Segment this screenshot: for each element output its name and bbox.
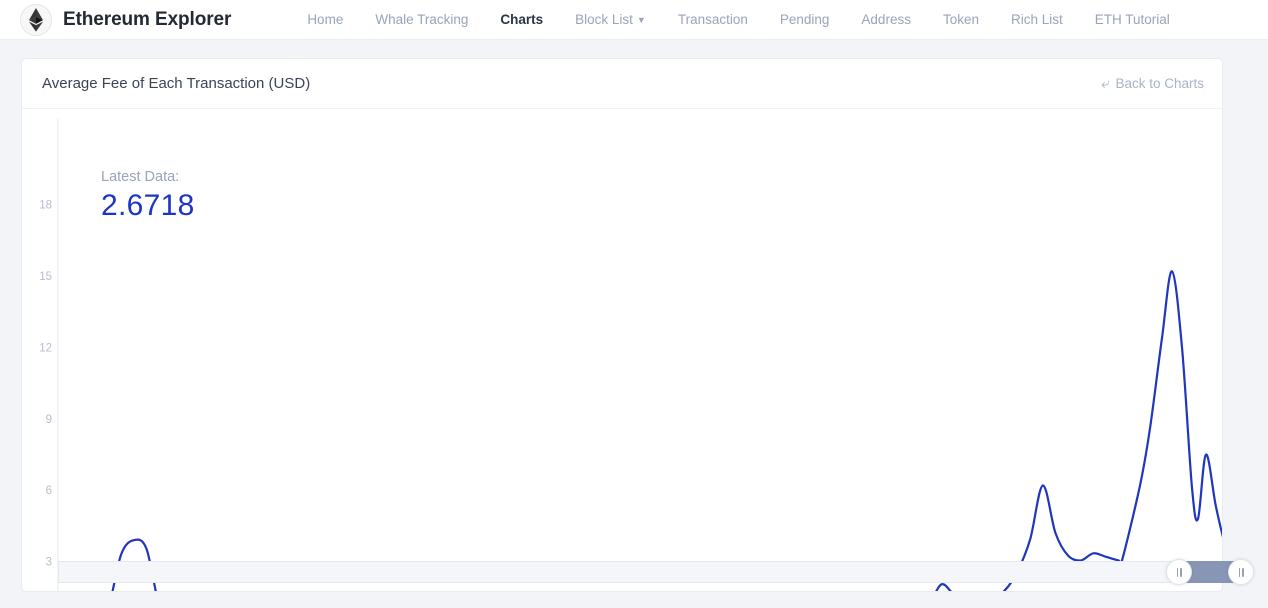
- nav-link-whale-tracking[interactable]: Whale Tracking: [359, 12, 484, 27]
- y-axis-tick: 6: [46, 485, 52, 497]
- nav-link-transaction[interactable]: Transaction: [662, 12, 764, 27]
- latest-data-value: 2.6718: [101, 189, 195, 223]
- back-to-charts-label: Back to Charts: [1115, 76, 1204, 91]
- chart-area[interactable]: Latest Data: 2.6718 036912151806-062020-…: [22, 109, 1222, 591]
- ethereum-diamond-icon: [20, 4, 52, 36]
- nav-link-pending[interactable]: Pending: [764, 12, 846, 27]
- nav-link-home[interactable]: Home: [291, 12, 359, 27]
- page-title: Average Fee of Each Transaction (USD): [42, 75, 310, 92]
- undo-arrow-icon: ⤷: [1101, 76, 1109, 91]
- series-line-average-fee: [58, 271, 1222, 591]
- datazoom-handle-right[interactable]: [1228, 559, 1254, 585]
- nav-link-block-list[interactable]: Block List ▼: [559, 12, 662, 27]
- chart-card: Average Fee of Each Transaction (USD) ⤷ …: [21, 58, 1223, 592]
- chart-card-header: Average Fee of Each Transaction (USD) ⤷ …: [22, 59, 1222, 109]
- line-chart[interactable]: 036912151806-062020-06-132020-06-202020-…: [22, 109, 1222, 591]
- brand-name: Ethereum Explorer: [63, 9, 231, 31]
- top-navbar: Ethereum Explorer Home Whale Tracking Ch…: [0, 0, 1268, 40]
- y-axis-tick: 3: [46, 557, 52, 569]
- datazoom-handle-left[interactable]: [1166, 559, 1192, 585]
- datazoom-track[interactable]: [58, 561, 1237, 583]
- nav-link-token[interactable]: Token: [927, 12, 995, 27]
- nav-link-eth-tutorial[interactable]: ETH Tutorial: [1079, 12, 1186, 27]
- brand[interactable]: Ethereum Explorer: [20, 4, 231, 36]
- nav-link-address[interactable]: Address: [845, 12, 927, 27]
- y-axis-tick: 9: [46, 414, 52, 426]
- latest-data-label: Latest Data:: [101, 169, 179, 185]
- chevron-down-icon: ▼: [637, 15, 646, 25]
- y-axis-tick: 12: [39, 342, 52, 354]
- nav-links: Home Whale Tracking Charts Block List ▼ T…: [291, 12, 1185, 27]
- y-axis-tick: 15: [39, 271, 52, 283]
- nav-link-block-list-label: Block List: [575, 12, 633, 27]
- nav-link-rich-list[interactable]: Rich List: [995, 12, 1079, 27]
- nav-link-charts[interactable]: Charts: [484, 12, 559, 27]
- y-axis-tick: 18: [39, 200, 52, 212]
- datazoom-slider[interactable]: [58, 561, 1237, 583]
- back-to-charts-button[interactable]: ⤷ Back to Charts: [1101, 76, 1204, 91]
